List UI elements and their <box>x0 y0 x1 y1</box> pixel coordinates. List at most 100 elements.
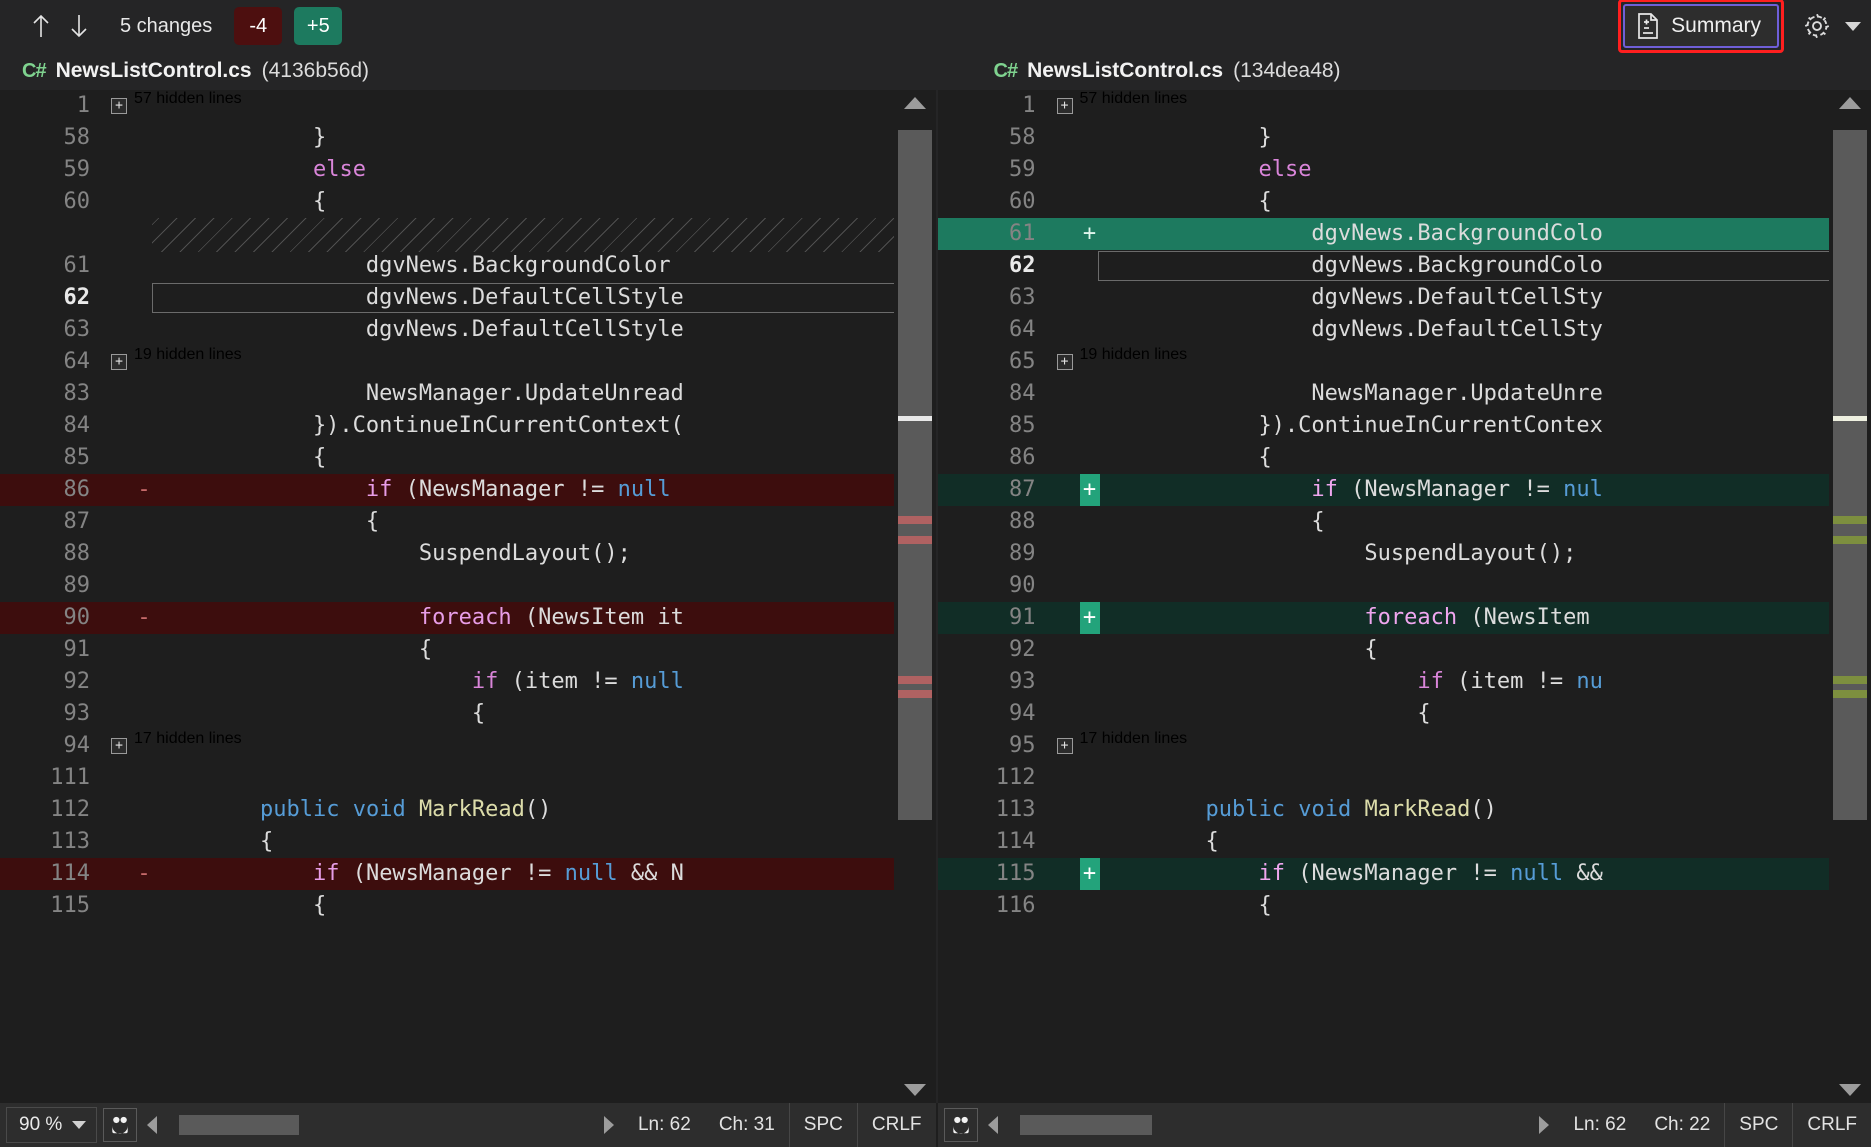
code-line-row[interactable]: 91+ foreach (NewsItem <box>938 602 1871 634</box>
code-line-row[interactable]: 64 dgvNews.DefaultCellSty <box>938 314 1871 346</box>
diff-settings-button[interactable] <box>1802 11 1832 41</box>
left-scroll-right-arrow-icon[interactable] <box>594 1116 624 1134</box>
code-line-row[interactable]: 84 }).ContinueInCurrentContext( <box>0 410 936 442</box>
left-status-eol[interactable]: CRLF <box>858 1103 936 1147</box>
left-status-line[interactable]: Ln: 62 <box>624 1103 705 1147</box>
left-scroll-left-arrow-icon[interactable] <box>137 1116 167 1134</box>
collapsed-region-row[interactable]: 1+57 hidden lines <box>938 90 1871 122</box>
code-line-row[interactable]: 112 <box>938 762 1871 794</box>
left-status-indent[interactable]: SPC <box>789 1103 858 1147</box>
right-status-eol[interactable]: CRLF <box>1793 1103 1871 1147</box>
hidden-lines-label[interactable]: 57 hidden lines <box>134 90 242 122</box>
collapsed-region-row[interactable]: 65+19 hidden lines <box>938 346 1871 378</box>
zoom-level-selector[interactable]: 90 % <box>6 1107 97 1143</box>
collapsed-region-row[interactable]: 95+17 hidden lines <box>938 730 1871 762</box>
right-status-column[interactable]: Ch: 22 <box>1640 1103 1724 1147</box>
code-line-row[interactable]: 113 { <box>0 826 936 858</box>
code-line-row[interactable]: 85 { <box>0 442 936 474</box>
right-scroll-down-arrow-icon[interactable] <box>1829 1077 1871 1103</box>
hidden-lines-label[interactable]: 19 hidden lines <box>134 346 242 378</box>
code-line-row[interactable]: 59 else <box>0 154 936 186</box>
code-line-row[interactable]: 89 <box>0 570 936 602</box>
code-line-row[interactable]: 61+ dgvNews.BackgroundColo <box>938 218 1871 250</box>
left-horizontal-scroll-thumb[interactable] <box>179 1115 299 1135</box>
right-scroll-left-arrow-icon[interactable] <box>978 1116 1008 1134</box>
collapsed-region-row[interactable]: 1+57 hidden lines <box>0 90 936 122</box>
code-line-row[interactable]: 60 { <box>0 186 936 218</box>
right-horizontal-scroll-thumb[interactable] <box>1020 1115 1152 1135</box>
left-scroll-thumb[interactable] <box>898 130 932 820</box>
code-line-row[interactable]: 58 } <box>0 122 936 154</box>
next-change-button[interactable] <box>60 7 98 45</box>
collapsed-region-row[interactable]: 94+17 hidden lines <box>0 730 936 762</box>
code-line-row[interactable]: 112 public void MarkRead() <box>0 794 936 826</box>
left-horizontal-scroll-track[interactable] <box>171 1115 590 1135</box>
editor-map-icon[interactable] <box>103 1108 137 1142</box>
right-horizontal-scroll-track[interactable] <box>1012 1115 1526 1135</box>
code-line-row[interactable]: 93 { <box>0 698 936 730</box>
expand-region-icon[interactable]: + <box>1057 98 1073 114</box>
left-scroll-up-arrow-icon[interactable] <box>894 90 936 116</box>
right-status-indent[interactable]: SPC <box>1724 1103 1793 1147</box>
expand-region-icon[interactable]: + <box>111 738 127 754</box>
expand-region-icon[interactable]: + <box>1057 354 1073 370</box>
code-line-row[interactable]: 90- foreach (NewsItem it <box>0 602 936 634</box>
fold-gutter <box>104 602 134 634</box>
code-line-row[interactable]: 92 { <box>938 634 1871 666</box>
code-line-row[interactable]: 93 if (item != nu <box>938 666 1871 698</box>
left-vertical-scrollbar[interactable] <box>894 90 936 1103</box>
summary-button[interactable]: Summary <box>1623 4 1779 48</box>
expand-region-icon[interactable]: + <box>111 354 127 370</box>
code-line-row[interactable]: 87+ if (NewsManager != nul <box>938 474 1871 506</box>
left-code-area[interactable]: 1+57 hidden lines58 }59 else60 { 61 dgvNe… <box>0 90 936 1103</box>
hidden-lines-label[interactable]: 19 hidden lines <box>1080 346 1188 378</box>
editor-map-icon[interactable] <box>944 1108 978 1142</box>
expand-region-icon[interactable]: + <box>1057 738 1073 754</box>
hidden-lines-label[interactable]: 17 hidden lines <box>134 730 242 762</box>
hidden-lines-label[interactable]: 57 hidden lines <box>1080 90 1188 122</box>
code-line-row[interactable]: 87 { <box>0 506 936 538</box>
code-line-row[interactable]: 114- if (NewsManager != null && N <box>0 858 936 890</box>
expand-region-icon[interactable]: + <box>111 98 127 114</box>
left-scroll-down-arrow-icon[interactable] <box>894 1077 936 1103</box>
code-line-row[interactable]: 62 dgvNews.BackgroundColo <box>938 250 1871 282</box>
code-line-row[interactable]: 90 <box>938 570 1871 602</box>
code-line-row[interactable]: 114 { <box>938 826 1871 858</box>
right-vertical-scrollbar[interactable] <box>1829 90 1871 1103</box>
code-line-row[interactable]: 86 { <box>938 442 1871 474</box>
code-line-row[interactable]: 59 else <box>938 154 1871 186</box>
code-line-row[interactable]: 94 { <box>938 698 1871 730</box>
right-scroll-right-arrow-icon[interactable] <box>1529 1116 1559 1134</box>
code-line-row[interactable]: 84 NewsManager.UpdateUnre <box>938 378 1871 410</box>
right-code-area[interactable]: 1+57 hidden lines58 }59 else60 {61+ dgvN… <box>938 90 1871 1103</box>
code-line-row[interactable]: 115 { <box>0 890 936 922</box>
code-line-row[interactable]: 83 NewsManager.UpdateUnread <box>0 378 936 410</box>
code-line-row[interactable]: 92 if (item != null <box>0 666 936 698</box>
code-line-row[interactable]: 63 dgvNews.DefaultCellStyle <box>0 314 936 346</box>
right-scroll-up-arrow-icon[interactable] <box>1829 90 1871 116</box>
code-line-row[interactable]: 88 { <box>938 506 1871 538</box>
code-line-row[interactable]: 62 dgvNews.DefaultCellStyle <box>0 282 936 314</box>
code-line-row[interactable]: 113 public void MarkRead() <box>938 794 1871 826</box>
code-line-row[interactable]: 58 } <box>938 122 1871 154</box>
collapsed-region-row[interactable]: 64+19 hidden lines <box>0 346 936 378</box>
code-line-row[interactable]: 111 <box>0 762 936 794</box>
left-scroll-track[interactable] <box>898 116 932 1077</box>
diff-settings-chevron-down-icon[interactable] <box>1845 22 1861 31</box>
code-line-row[interactable]: 61 dgvNews.BackgroundColor <box>0 250 936 282</box>
code-line-row[interactable]: 115+ if (NewsManager != null && <box>938 858 1871 890</box>
code-line-row[interactable]: 85 }).ContinueInCurrentContex <box>938 410 1871 442</box>
code-line-row[interactable]: 88 SuspendLayout(); <box>0 538 936 570</box>
right-status-line[interactable]: Ln: 62 <box>1559 1103 1640 1147</box>
code-line-row[interactable]: 63 dgvNews.DefaultCellSty <box>938 282 1871 314</box>
left-status-column[interactable]: Ch: 31 <box>705 1103 789 1147</box>
code-line-row[interactable]: 89 SuspendLayout(); <box>938 538 1871 570</box>
previous-change-button[interactable] <box>22 7 60 45</box>
code-line-row[interactable]: 91 { <box>0 634 936 666</box>
hidden-lines-label[interactable]: 17 hidden lines <box>1080 730 1188 762</box>
right-scroll-thumb[interactable] <box>1833 130 1867 820</box>
code-line-row[interactable]: 60 { <box>938 186 1871 218</box>
code-line-row[interactable]: 116 { <box>938 890 1871 922</box>
right-scroll-track[interactable] <box>1833 116 1867 1077</box>
code-line-row[interactable]: 86- if (NewsManager != null <box>0 474 936 506</box>
